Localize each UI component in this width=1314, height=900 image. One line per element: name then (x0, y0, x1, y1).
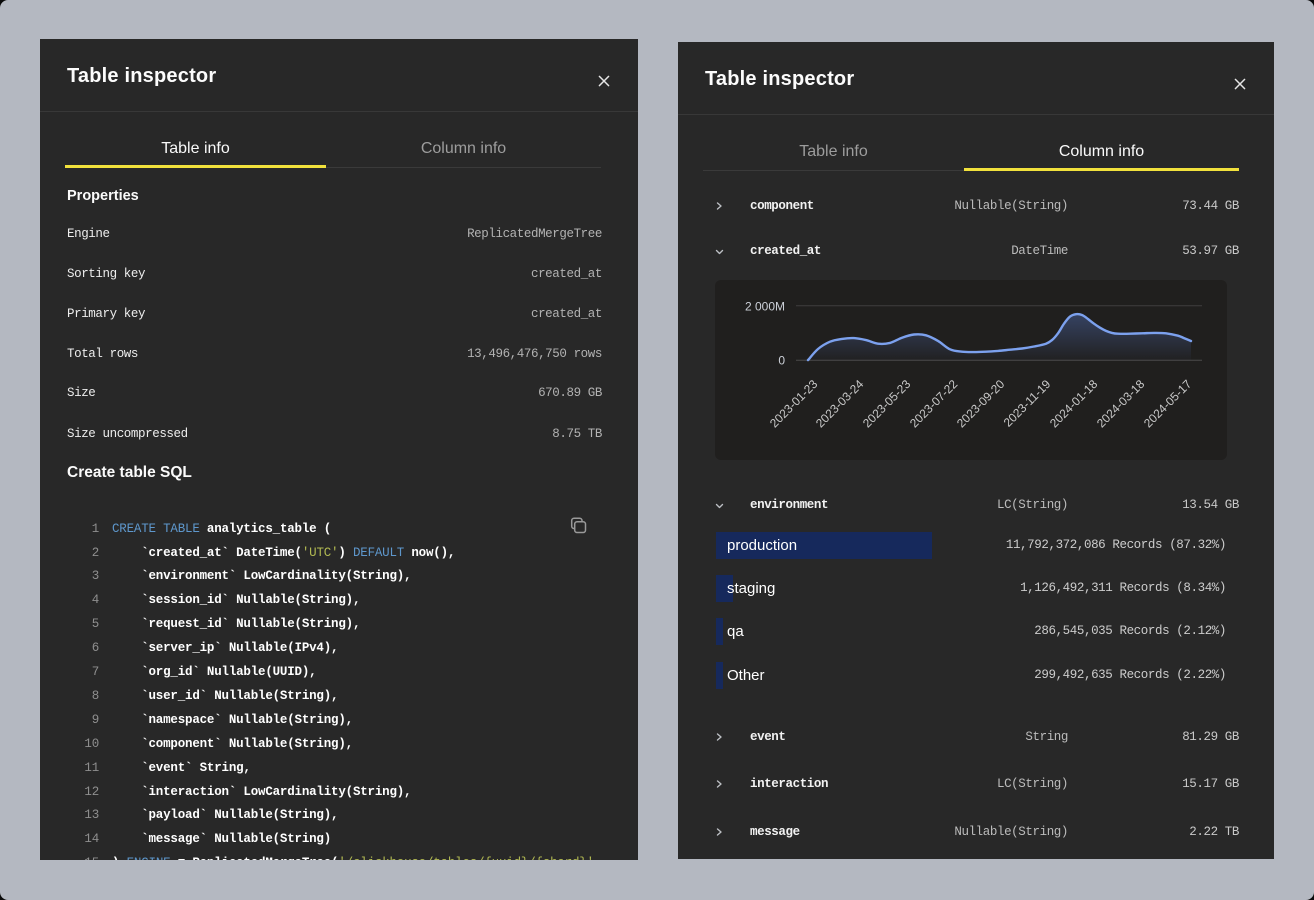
svg-text:0: 0 (778, 354, 785, 368)
svg-text:2 000M: 2 000M (745, 300, 785, 314)
